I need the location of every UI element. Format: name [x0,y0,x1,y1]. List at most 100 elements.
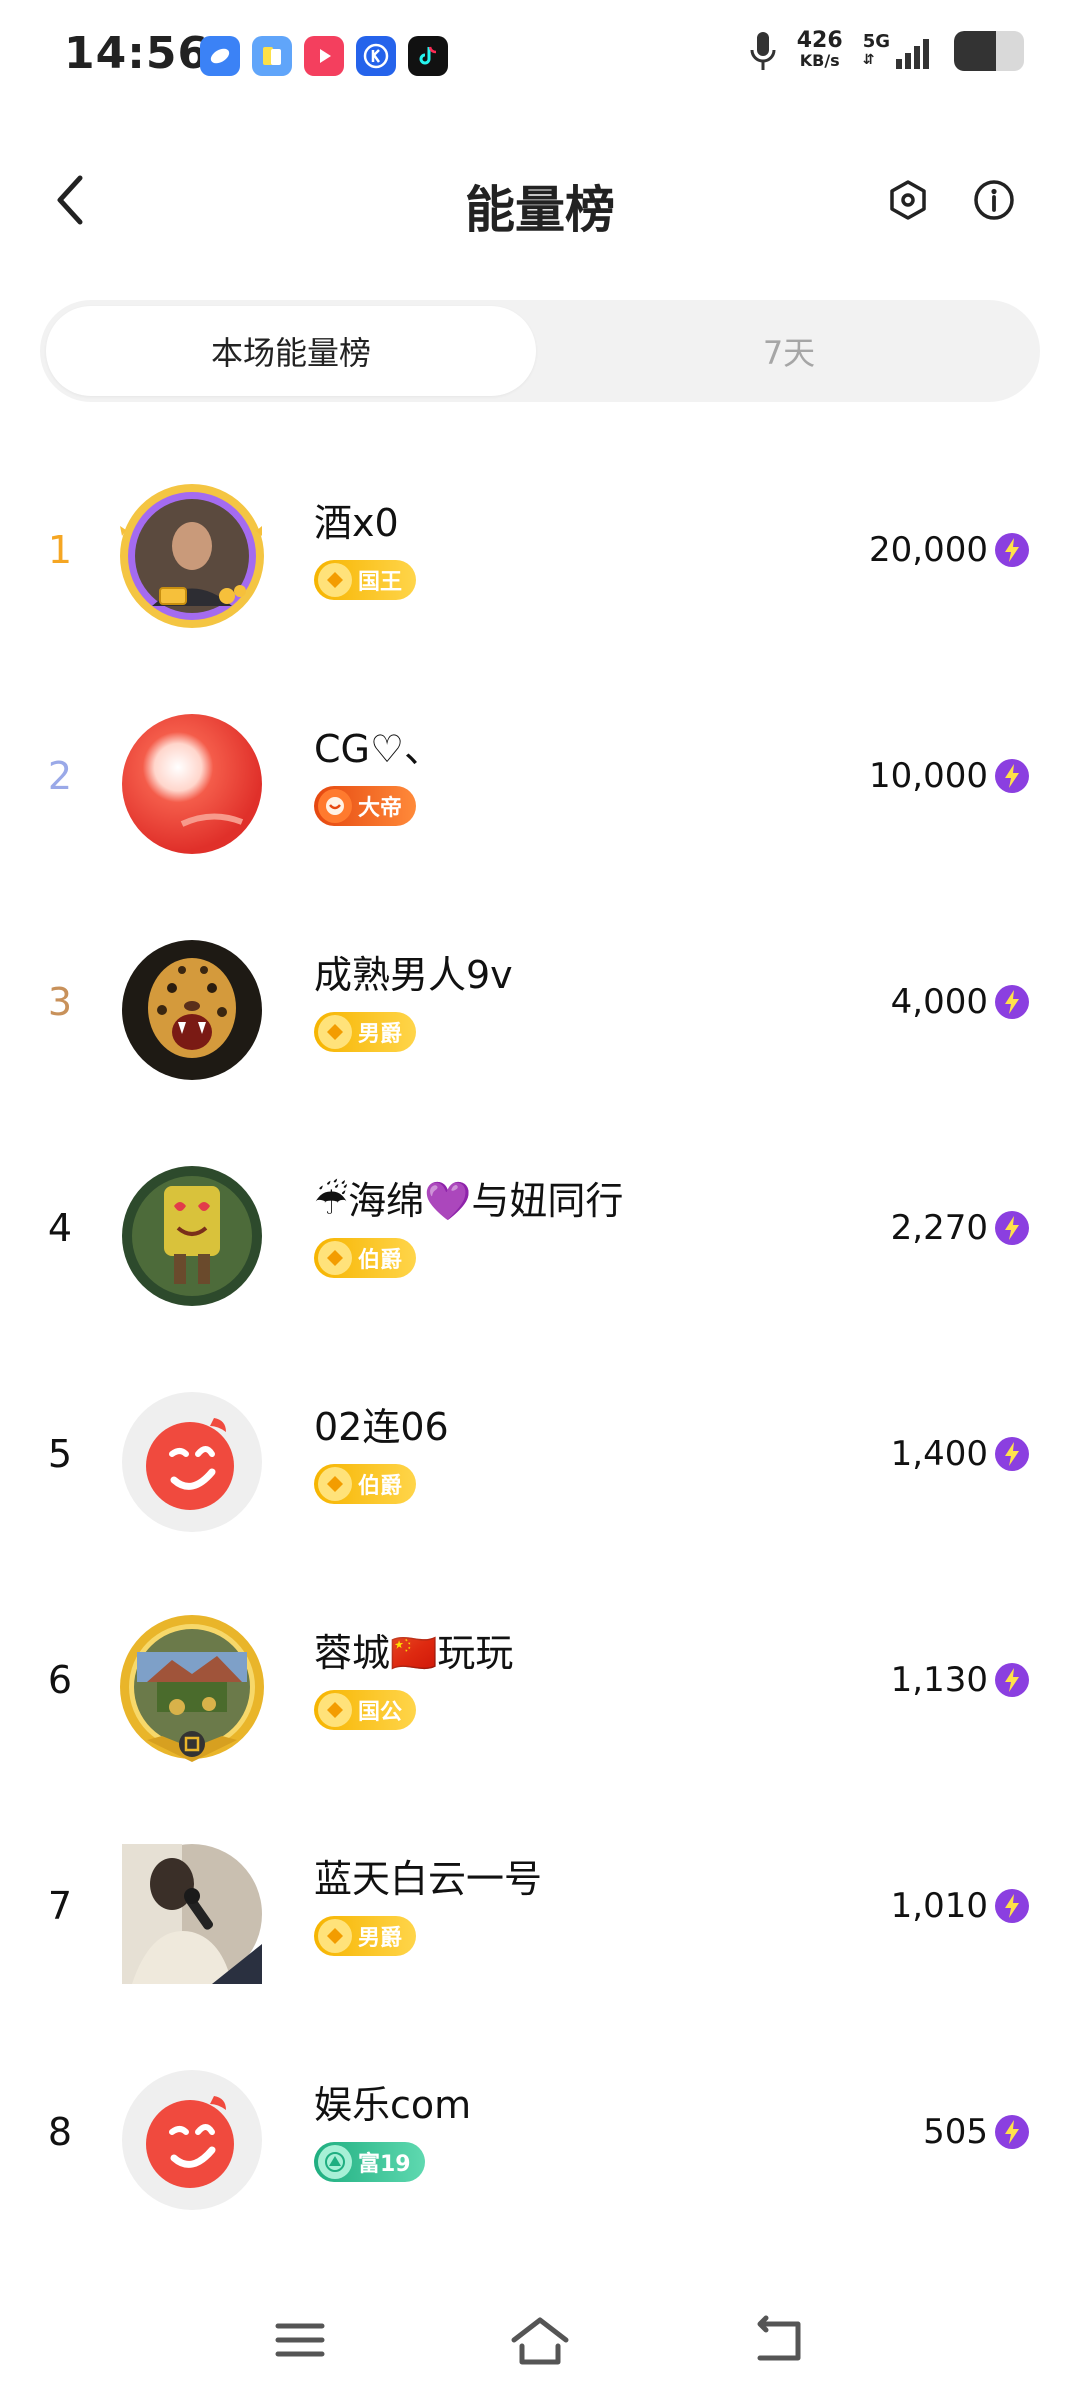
status-app-icons [200,36,448,76]
tab-bar: 本场能量榜 7天 [40,300,1040,402]
rank-number: 1 [47,528,73,572]
list-item[interactable]: 4 ☔海绵💜与妞同行 伯爵 2,270 [0,1128,1080,1354]
diamond-badge-icon [318,1241,352,1275]
energy-score: 20,000 [869,530,988,570]
app-blue-icon [200,36,240,76]
menu-button[interactable] [264,2304,336,2376]
avatar[interactable] [122,1166,262,1306]
badge-label: 伯爵 [358,1248,403,1273]
home-icon [511,2317,569,2365]
header: 能量榜 [0,150,1080,250]
user-name: ☔海绵💜与妞同行 [314,1179,624,1223]
wink-default-avatar-icon [122,1392,262,1532]
rank-number: 7 [47,1884,73,1928]
energy-score: 2,270 [890,1208,988,1248]
signal: 5G ⇵ [863,33,934,69]
level-badge: 伯爵 [314,1238,417,1278]
badge-label: 国公 [358,1700,403,1725]
lightning-energy-icon [995,1663,1029,1697]
sponge-avatar-icon [122,1166,262,1306]
user-name: 蓉城🇨🇳玩玩 [314,1631,514,1675]
diamond-badge-icon [318,1015,352,1049]
list-item[interactable]: 1 酒x0 国王 20,000 [0,450,1080,676]
level-badge: 大帝 [314,786,417,826]
list-item[interactable]: 3 成熟男人9v 男爵 4,000 [0,902,1080,1128]
home-button[interactable] [504,2304,576,2376]
back-nav-button[interactable] [744,2304,816,2376]
tab-current-session[interactable]: 本场能量榜 [46,306,536,396]
rank-number: 8 [47,2110,73,2154]
avatar[interactable] [122,940,262,1080]
energy-score: 10,000 [869,756,988,796]
app-video-icon [304,36,344,76]
wink-default-avatar-icon [122,2070,262,2210]
diamond-badge-icon [318,1467,352,1501]
lightning-energy-icon [995,1437,1029,1471]
avatar[interactable] [120,484,264,628]
rank-number: 3 [47,980,73,1024]
user-name: 蓝天白云一号 [314,1857,543,1901]
list-item[interactable]: 7 蓝天白云一号 男爵 1,010 [0,1806,1080,2032]
level-badge: 富19 [314,2142,425,2182]
tab-7-days[interactable]: 7天 [544,306,1034,396]
info-icon [974,180,1014,220]
status-bar: 14:56 426 KB/s 5G ⇵ [0,0,1080,110]
info-button[interactable] [966,172,1022,228]
badge-label: 富19 [358,2152,411,2177]
user-name: 02连06 [314,1405,449,1449]
data-arrows-icon: ⇵ [862,52,875,68]
network-speed: 426 KB/s [797,30,843,71]
energy-score: 4,000 [890,982,988,1022]
screen: 14:56 426 KB/s 5G ⇵ 能量榜 本场能量榜 7天 1 酒x0 国… [0,0,1080,2400]
user-name: 酒x0 [314,501,399,545]
avatar[interactable] [122,1392,262,1532]
rank-number: 4 [47,1206,73,1250]
rank-number: 6 [47,1658,73,1702]
energy-score: 1,130 [890,1660,988,1700]
avatar[interactable] [120,1615,264,1762]
battery-icon [954,31,1024,71]
level-badge: 伯爵 [314,1464,417,1504]
badge-label: 伯爵 [358,1474,403,1499]
system-nav-bar [0,2280,1080,2400]
singer-avatar-icon [122,1844,262,1984]
gold-frame-avatar-icon [120,484,264,628]
landscape-framed-avatar-icon [120,1615,264,1762]
list-item[interactable]: 2 CG♡、 大帝 10,000 [0,676,1080,902]
user-name: 娱乐com [314,2083,472,2127]
settings-button[interactable] [880,172,936,228]
menu-icon [275,2323,325,2357]
hexagon-settings-icon [890,180,926,220]
avatar[interactable] [122,2070,262,2210]
speed-unit: KB/s [799,51,840,70]
lightning-energy-icon [995,533,1029,567]
microphone-icon [750,32,776,70]
lightning-energy-icon [995,985,1029,1019]
level-badge: 国王 [314,560,417,600]
ranking-list: 1 酒x0 国王 20,000 2 CG♡、 大帝 10,000 3 成熟男人9… [0,450,1080,2258]
badge-label: 大帝 [358,796,403,821]
avatar[interactable] [122,1844,262,1984]
lightning-energy-icon [995,2115,1029,2149]
badge-label: 男爵 [358,1022,403,1047]
energy-score: 1,010 [890,1886,988,1926]
rank-number: 5 [47,1432,73,1476]
badge-label: 男爵 [358,1926,403,1951]
energy-score: 1,400 [890,1434,988,1474]
level-badge: 男爵 [314,1916,417,1956]
app-k-icon [356,36,396,76]
diamond-badge-icon [318,1919,352,1953]
leopard-avatar-icon [122,940,262,1080]
tiktok-icon [408,36,448,76]
lightning-energy-icon [995,1889,1029,1923]
status-indicators: 426 KB/s 5G ⇵ [749,30,1024,72]
triangle-badge-icon [318,2145,352,2179]
back-arrow-icon [757,2315,801,2361]
list-item[interactable]: 8 娱乐com 富19 505 [0,2032,1080,2258]
lightning-energy-icon [995,759,1029,793]
avatar[interactable] [122,714,262,854]
list-item[interactable]: 5 02连06 伯爵 1,400 [0,1354,1080,1580]
diamond-badge-icon [318,563,352,597]
network-type: 5G [862,31,890,52]
list-item[interactable]: 6 蓉城🇨🇳玩玩 国公 1,130 [0,1580,1080,1806]
